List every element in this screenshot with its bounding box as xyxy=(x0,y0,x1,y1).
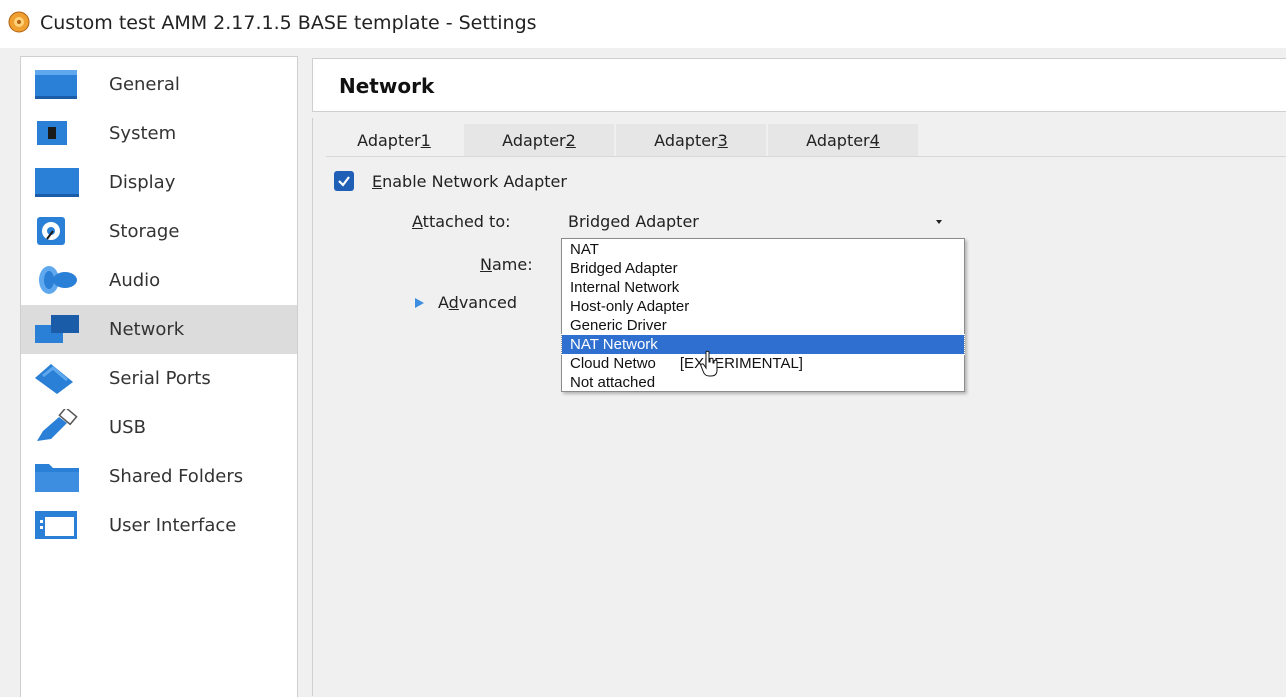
option-host-only-adapter[interactable]: Host-only Adapter xyxy=(562,297,964,316)
settings-sidebar: General System Display Storage Audio Net… xyxy=(20,56,298,697)
sidebar-item-label: System xyxy=(109,123,177,144)
storage-icon xyxy=(37,217,65,245)
sidebar-item-label: Display xyxy=(109,172,176,193)
name-label: Name: xyxy=(480,255,533,274)
sidebar-item-label: Shared Folders xyxy=(109,466,244,487)
option-not-attached[interactable]: Not attached xyxy=(562,373,964,392)
tab-adapter-2[interactable]: Adapter 2 xyxy=(464,124,614,156)
title-bar: Custom test AMM 2.17.1.5 BASE template -… xyxy=(0,0,1286,48)
tab-adapter-3[interactable]: Adapter 3 xyxy=(616,124,766,156)
attached-to-label: Attached to: xyxy=(412,212,511,231)
checkmark-icon xyxy=(338,176,350,187)
sidebar-item-system[interactable]: System xyxy=(21,109,297,158)
sidebar-item-display[interactable]: Display xyxy=(21,158,297,207)
sidebar-item-shared-folders[interactable]: Shared Folders xyxy=(21,452,297,501)
shared-folders-icon xyxy=(35,464,79,492)
sidebar-item-label: Network xyxy=(109,319,185,340)
option-bridged-adapter[interactable]: Bridged Adapter xyxy=(562,259,964,278)
sidebar-item-label: Serial Ports xyxy=(109,368,211,389)
usb-icon xyxy=(37,409,78,441)
audio-icon xyxy=(39,266,77,294)
sidebar-item-label: General xyxy=(109,74,180,95)
tab-adapter-1[interactable]: Adapter 1 xyxy=(326,124,462,156)
virtualbox-app-icon xyxy=(8,11,30,33)
adapter-tabs: Adapter 1 Adapter 2 Adapter 3 Adapter 4 xyxy=(326,124,1286,157)
sidebar-item-label: USB xyxy=(109,417,146,438)
hand-cursor-icon xyxy=(700,350,718,377)
page-title: Network xyxy=(339,74,435,98)
sidebar-item-storage[interactable]: Storage xyxy=(21,207,297,256)
attached-to-dropdown-list: NAT Bridged Adapter Internal Network Hos… xyxy=(561,238,965,392)
sidebar-item-serial-ports[interactable]: Serial Ports xyxy=(21,354,297,403)
sidebar-item-audio[interactable]: Audio xyxy=(21,256,297,305)
chevron-down-icon[interactable] xyxy=(934,218,944,226)
option-nat-network[interactable]: NAT Network xyxy=(561,334,965,355)
sidebar-item-usb[interactable]: USB xyxy=(21,403,297,452)
user-interface-icon xyxy=(35,511,77,539)
sidebar-item-general[interactable]: General xyxy=(21,60,297,109)
tab-adapter-4[interactable]: Adapter 4 xyxy=(768,124,918,156)
sidebar-item-user-interface[interactable]: User Interface xyxy=(21,501,297,550)
general-icon xyxy=(35,70,77,99)
enable-adapter-label[interactable]: Enable Network Adapter xyxy=(372,172,567,191)
option-cloud-network[interactable]: Cloud Netwo [EXPERIMENTAL] xyxy=(562,354,964,373)
sidebar-item-label: Storage xyxy=(109,221,180,242)
window-title: Custom test AMM 2.17.1.5 BASE template -… xyxy=(40,12,537,34)
settings-content xyxy=(312,118,1286,696)
display-icon xyxy=(35,168,79,197)
enable-adapter-checkbox[interactable] xyxy=(334,171,354,191)
sidebar-item-network[interactable]: Network xyxy=(21,305,297,354)
option-generic-driver[interactable]: Generic Driver xyxy=(562,316,964,335)
expand-arrow-icon[interactable] xyxy=(412,296,426,310)
serial-ports-icon xyxy=(35,364,73,394)
option-internal-network[interactable]: Internal Network xyxy=(562,278,964,297)
sidebar-item-label: User Interface xyxy=(109,515,237,536)
advanced-toggle[interactable]: Advanced xyxy=(438,293,517,312)
option-nat[interactable]: NAT xyxy=(562,240,964,259)
network-icon xyxy=(35,315,79,343)
sidebar-item-label: Audio xyxy=(109,270,161,291)
attached-to-select[interactable]: Bridged Adapter xyxy=(568,212,699,231)
page-header: Network xyxy=(312,58,1286,112)
system-icon xyxy=(37,121,67,145)
